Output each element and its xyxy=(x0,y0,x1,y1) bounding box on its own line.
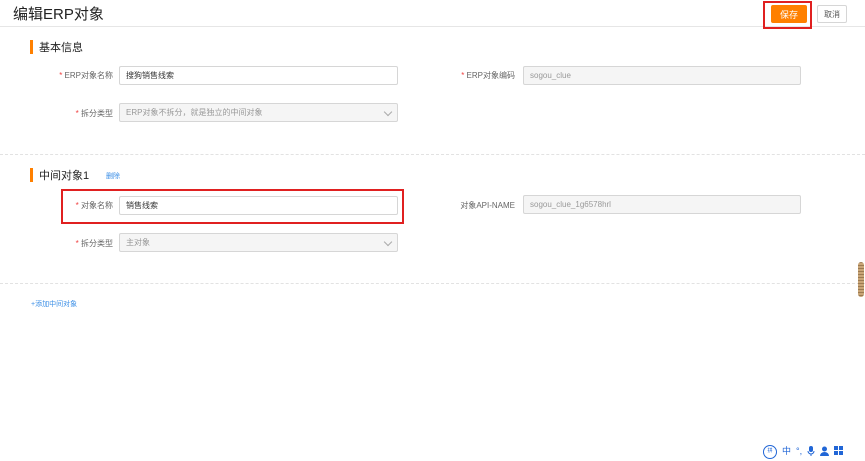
required-mark: * xyxy=(461,71,465,80)
intermediate-split-type-label: * 拆分类型 xyxy=(75,239,113,248)
erp-code-input xyxy=(523,66,801,85)
basic-info-title: 基本信息 xyxy=(39,42,83,54)
ime-logo-icon[interactable]: 拼 xyxy=(763,444,777,459)
erp-name-input[interactable] xyxy=(119,66,398,85)
section-divider xyxy=(0,154,865,155)
add-intermediate-link[interactable]: +添加中间对象 xyxy=(31,299,77,309)
required-mark: * xyxy=(75,109,79,118)
intermediate-split-type-value: 主对象 xyxy=(126,238,150,247)
required-mark: * xyxy=(75,239,79,248)
page-header: 编辑ERP对象 保存 取消 xyxy=(0,0,865,29)
mic-icon[interactable] xyxy=(807,445,815,458)
apps-icon[interactable] xyxy=(834,446,844,457)
punctuation-icon[interactable]: °, xyxy=(796,447,802,456)
cancel-button[interactable]: 取消 xyxy=(817,5,847,23)
split-type-value: ERP对象不拆分，就是独立的中间对象 xyxy=(126,108,263,117)
chevron-down-icon xyxy=(383,107,393,117)
api-name-label: 对象API-NAME xyxy=(460,201,515,210)
user-icon[interactable] xyxy=(820,446,830,458)
intermediate-split-type-select[interactable]: 主对象 xyxy=(119,233,398,252)
delete-intermediate-link[interactable]: 删除 xyxy=(106,171,120,181)
basic-info-accent-bar xyxy=(30,40,33,54)
erp-name-label: * ERP对象名称 xyxy=(59,71,113,80)
split-type-select[interactable]: ERP对象不拆分，就是独立的中间对象 xyxy=(119,103,398,122)
scrollbar-thumb[interactable] xyxy=(858,262,864,297)
chevron-down-icon xyxy=(383,237,393,247)
erp-code-label: * ERP对象编码 xyxy=(461,71,515,80)
object-name-highlight xyxy=(61,189,404,224)
ime-lang-toggle[interactable]: 中 xyxy=(782,447,791,456)
intermediate-accent-bar xyxy=(30,168,33,182)
ime-toolbar: 拼 中 °, xyxy=(763,443,863,460)
api-name-input xyxy=(523,195,801,214)
section-divider xyxy=(0,283,865,284)
save-button-highlight xyxy=(763,1,812,29)
split-type-label: * 拆分类型 xyxy=(75,109,113,118)
required-mark: * xyxy=(59,71,63,80)
page-title: 编辑ERP对象 xyxy=(13,6,104,23)
intermediate-title: 中间对象1 xyxy=(39,170,90,182)
